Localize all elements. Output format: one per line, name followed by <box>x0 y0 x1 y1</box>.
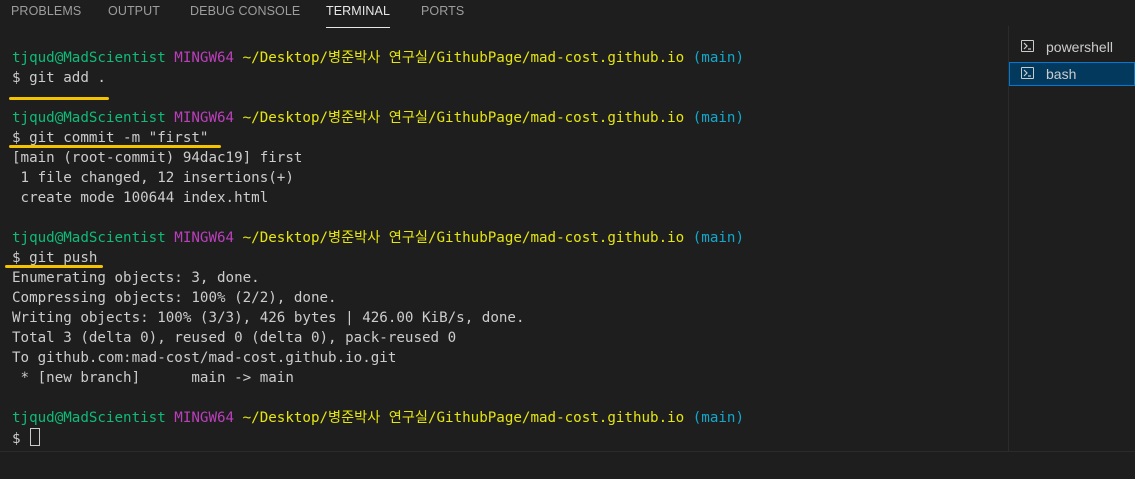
prompt-shell: MINGW64 <box>174 410 235 426</box>
prompt-line: tjqud@MadScientist MINGW64 ~/Desktop/병준박… <box>12 408 744 428</box>
input-prompt: $ <box>12 431 30 447</box>
output-line: Total 3 (delta 0), reused 0 (delta 0), p… <box>12 330 457 346</box>
output-line: Enumerating objects: 3, done. <box>12 270 260 286</box>
prompt-user-host: tjqud@MadScientist <box>12 230 166 246</box>
output-line: [main (root-commit) 94dac19] first <box>12 150 303 166</box>
prompt-branch: (main) <box>692 230 745 246</box>
prompt-user-host: tjqud@MadScientist <box>12 110 166 126</box>
panel-tab-bar: PROBLEMS OUTPUT DEBUG CONSOLE TERMINAL P… <box>0 0 1135 28</box>
output-line: To github.com:mad-cost/mad-cost.github.i… <box>12 350 397 366</box>
tab-output[interactable]: OUTPUT <box>108 0 160 24</box>
terminal-cursor <box>30 428 41 446</box>
prompt-line: tjqud@MadScientist MINGW64 ~/Desktop/병준박… <box>12 228 744 248</box>
prompt-line: tjqud@MadScientist MINGW64 ~/Desktop/병준박… <box>12 108 744 128</box>
prompt-shell: MINGW64 <box>174 230 235 246</box>
terminal-icon <box>1021 67 1034 79</box>
tab-terminal[interactable]: TERMINAL <box>326 0 391 28</box>
output-line: create mode 100644 index.html <box>12 190 269 206</box>
terminal-item-powershell[interactable]: powershell <box>1009 35 1135 59</box>
output-line: Writing objects: 100% (3/3), 426 bytes |… <box>12 310 525 326</box>
prompt-branch: (main) <box>692 410 745 426</box>
panel-bottom-border <box>0 451 1135 452</box>
terminal-list: powershell bash <box>1009 33 1135 93</box>
prompt-shell: MINGW64 <box>174 50 235 66</box>
prompt-branch: (main) <box>692 50 745 66</box>
input-line[interactable]: $ <box>12 428 41 448</box>
prompt-path: ~/Desktop/병준박사 연구실/GithubPage/mad-cost.g… <box>242 50 685 66</box>
prompt-user-host: tjqud@MadScientist <box>12 410 166 426</box>
tab-ports[interactable]: PORTS <box>421 0 464 24</box>
terminal-output[interactable]: tjqud@MadScientist MINGW64 ~/Desktop/병준박… <box>0 38 1005 454</box>
prompt-shell: MINGW64 <box>174 110 235 126</box>
prompt-path: ~/Desktop/병준박사 연구실/GithubPage/mad-cost.g… <box>242 410 685 426</box>
prompt-path: ~/Desktop/병준박사 연구실/GithubPage/mad-cost.g… <box>242 230 685 246</box>
output-line: * [new branch] main -> main <box>12 370 294 386</box>
terminal-item-label: powershell <box>1046 39 1113 55</box>
tab-problems[interactable]: PROBLEMS <box>11 0 81 24</box>
prompt-user-host: tjqud@MadScientist <box>12 50 166 66</box>
prompt-branch: (main) <box>692 110 745 126</box>
highlight-underline <box>9 97 109 100</box>
terminal-icon <box>1021 40 1034 52</box>
command-line: $ git add . <box>12 70 106 86</box>
output-line: Compressing objects: 100% (2/2), done. <box>12 290 337 306</box>
terminal-item-bash[interactable]: bash <box>1009 62 1135 86</box>
terminal-item-label: bash <box>1046 66 1077 82</box>
prompt-path: ~/Desktop/병준박사 연구실/GithubPage/mad-cost.g… <box>242 110 685 126</box>
prompt-line: tjqud@MadScientist MINGW64 ~/Desktop/병준박… <box>12 48 744 68</box>
tab-debug-console[interactable]: DEBUG CONSOLE <box>190 0 300 24</box>
output-line: 1 file changed, 12 insertions(+) <box>12 170 294 186</box>
